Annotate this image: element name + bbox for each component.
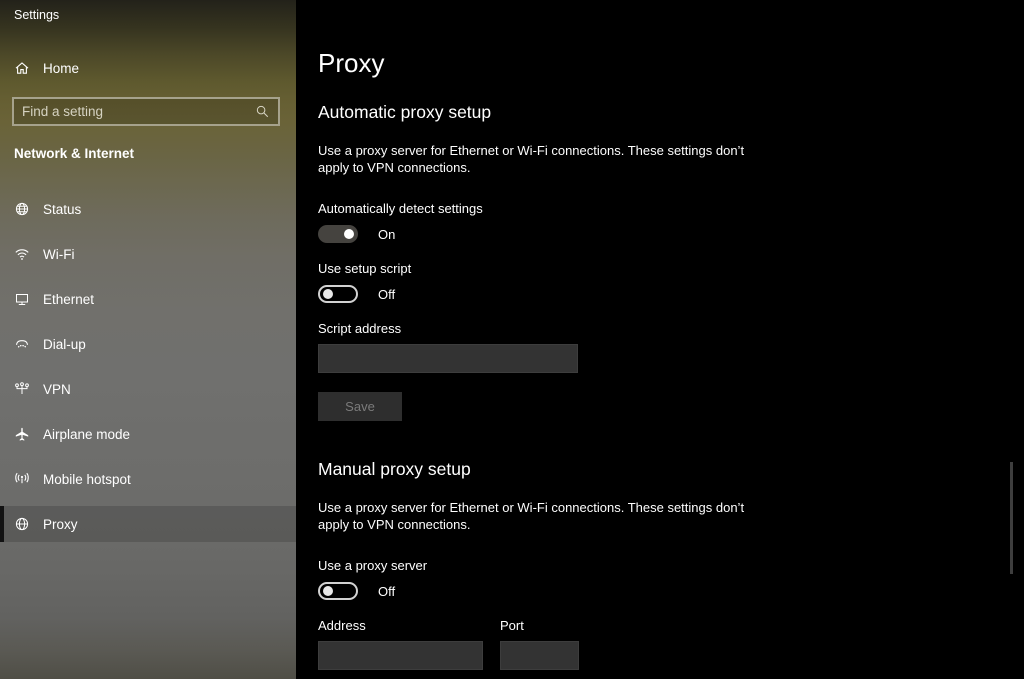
proxy-globe-icon [14,516,30,532]
sidebar-item-label: Home [43,61,79,76]
dialup-phone-icon [14,336,30,352]
sidebar-item-label: Airplane mode [43,427,130,442]
setup-script-state: Off [378,287,395,302]
proxy-settings-page: Proxy Automatic proxy setup Use a proxy … [318,0,798,670]
use-proxy-toggle[interactable] [318,582,358,600]
sidebar: Settings Home Network & Internet [0,0,296,679]
sidebar-item-label: Proxy [43,517,78,532]
settings-window: Settings Home Network & Internet [0,0,1024,679]
address-label: Address [318,617,483,634]
automatic-proxy-heading: Automatic proxy setup [318,100,798,124]
sidebar-item-home[interactable]: Home [0,50,296,86]
sidebar-section-header: Network & Internet [14,146,134,161]
search-input[interactable] [22,104,255,119]
sidebar-item-proxy[interactable]: Proxy [0,506,296,542]
automatic-proxy-description: Use a proxy server for Ethernet or Wi-Fi… [318,142,773,176]
use-proxy-state: Off [378,584,395,599]
sidebar-item-mobile-hotspot[interactable]: Mobile hotspot [0,461,296,497]
port-input[interactable] [500,641,579,670]
address-input[interactable] [318,641,483,670]
script-address-input[interactable] [318,344,578,373]
search-icon[interactable] [255,104,270,119]
toggle-knob [323,289,333,299]
sidebar-item-airplane-mode[interactable]: Airplane mode [0,416,296,452]
sidebar-item-dialup[interactable]: Dial-up [0,326,296,362]
script-address-label: Script address [318,320,798,337]
toggle-knob [323,586,333,596]
status-globe-icon [14,201,30,217]
manual-proxy-heading: Manual proxy setup [318,457,798,481]
sidebar-item-label: Wi-Fi [43,247,74,262]
toggle-knob [344,229,354,239]
app-title: Settings [14,8,59,22]
hotspot-icon [14,471,30,487]
sidebar-item-vpn[interactable]: VPN [0,371,296,407]
sidebar-item-label: Ethernet [43,292,94,307]
sidebar-item-label: VPN [43,382,71,397]
home-icon [14,60,30,76]
auto-detect-state: On [378,227,395,242]
port-label: Port [500,617,579,634]
sidebar-item-label: Mobile hotspot [43,472,131,487]
sidebar-item-wifi[interactable]: Wi-Fi [0,236,296,272]
page-title: Proxy [318,0,798,80]
setup-script-toggle[interactable] [318,285,358,303]
vpn-icon [14,381,30,397]
search-box[interactable] [12,97,280,126]
sidebar-item-status[interactable]: Status [0,191,296,227]
wifi-icon [14,246,30,262]
scrollbar[interactable] [1010,462,1013,574]
use-proxy-label: Use a proxy server [318,557,798,574]
ethernet-icon [14,291,30,307]
sidebar-item-ethernet[interactable]: Ethernet [0,281,296,317]
auto-detect-label: Automatically detect settings [318,200,798,217]
sidebar-item-label: Dial-up [43,337,86,352]
manual-proxy-description: Use a proxy server for Ethernet or Wi-Fi… [318,499,773,533]
sidebar-nav: Status Wi-Fi Ethernet [0,191,296,551]
airplane-icon [14,426,30,442]
sidebar-item-label: Status [43,202,81,217]
auto-detect-toggle[interactable] [318,225,358,243]
save-button[interactable]: Save [318,392,402,421]
setup-script-label: Use setup script [318,260,798,277]
